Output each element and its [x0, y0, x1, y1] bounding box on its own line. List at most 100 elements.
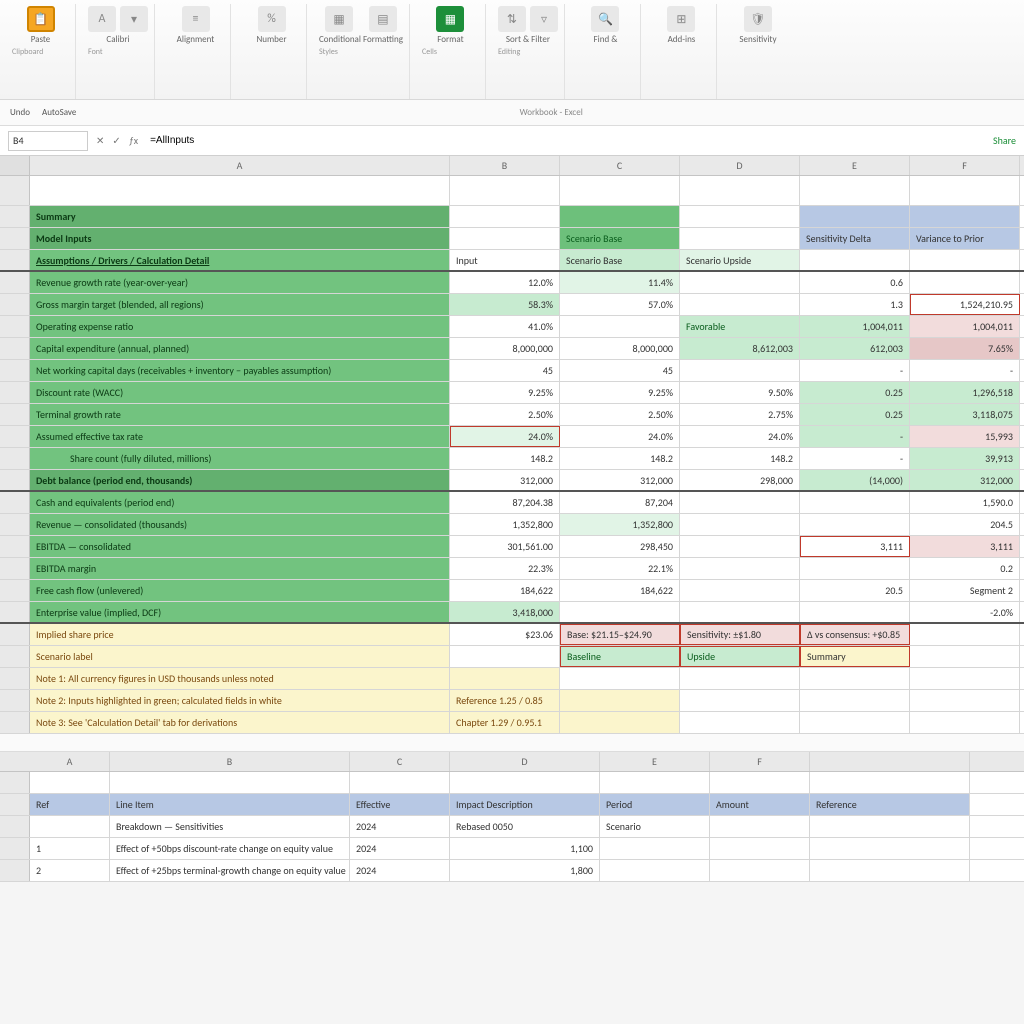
cell[interactable] [910, 668, 1020, 689]
ribbon-group-align[interactable]: ≡ Alignment [161, 4, 231, 99]
cell[interactable] [600, 860, 710, 881]
fx-icon[interactable]: ƒx [129, 134, 138, 147]
cell[interactable]: Upside [680, 646, 800, 667]
cell[interactable]: 312,000 [450, 470, 560, 490]
cell[interactable]: 2024 [350, 838, 450, 859]
cell[interactable]: 612,003 [800, 338, 910, 359]
cell[interactable]: 3,418,000 [450, 602, 560, 622]
format-icon[interactable]: ▦ [436, 6, 464, 32]
cell[interactable] [30, 772, 110, 793]
cell[interactable]: Revenue growth rate (year-over-year) [30, 272, 450, 293]
cell[interactable]: 1.3 [800, 294, 910, 315]
cell[interactable] [680, 712, 800, 733]
secbar-item[interactable]: Undo [10, 107, 30, 118]
cell-header[interactable]: Effective [350, 794, 450, 815]
cell[interactable]: Revenue — consolidated (thousands) [30, 514, 450, 535]
cell[interactable]: 87,204 [560, 492, 680, 513]
cell[interactable] [560, 712, 680, 733]
row-header[interactable] [0, 382, 30, 403]
ribbon-group-number[interactable]: % Number [237, 4, 307, 99]
cell[interactable] [680, 176, 800, 205]
cell[interactable]: Effect of +25bps terminal-growth change … [110, 860, 350, 881]
ribbon-group-find[interactable]: 🔍 Find & [571, 4, 641, 99]
cell[interactable]: 9.25% [560, 382, 680, 403]
ribbon-group-clipboard[interactable]: 📋 Paste Clipboard [6, 4, 76, 99]
cell-header[interactable]: Input [450, 250, 560, 270]
cell[interactable]: 57.0% [560, 294, 680, 315]
cell[interactable]: 1,296,518 [910, 382, 1020, 403]
ribbon-group-sens[interactable]: 🛡 Sensitivity [723, 4, 793, 99]
col-header[interactable]: C [560, 156, 680, 175]
cell[interactable]: 41.0% [450, 316, 560, 337]
cell[interactable] [810, 772, 970, 793]
cell[interactable]: Note 3: See 'Calculation Detail' tab for… [30, 712, 450, 733]
cell-header[interactable] [800, 250, 910, 270]
cell[interactable]: 8,612,003 [680, 338, 800, 359]
select-all-corner[interactable] [0, 752, 30, 771]
row-header[interactable] [0, 360, 30, 381]
cell[interactable]: Sensitivity: ±$1.80 [680, 624, 800, 645]
cell[interactable]: 184,622 [450, 580, 560, 601]
row-header[interactable] [0, 448, 30, 469]
font-icon[interactable]: A [88, 6, 116, 32]
cell[interactable]: EBITDA margin [30, 558, 450, 579]
cell[interactable] [560, 690, 680, 711]
cell[interactable]: Implied share price [30, 624, 450, 645]
cell[interactable]: Assumed effective tax rate [30, 426, 450, 447]
cell[interactable]: Debt balance (period end, thousands) [30, 470, 450, 490]
cell[interactable]: 204.5 [910, 514, 1020, 535]
cell[interactable]: Scenario [600, 816, 710, 837]
cell[interactable] [680, 360, 800, 381]
cell[interactable]: 312,000 [560, 470, 680, 490]
cell[interactable]: Favorable [680, 316, 800, 337]
ribbon-group-editing[interactable]: ⇅▿ Sort & Filter Editing [492, 4, 565, 99]
cell[interactable]: 9.25% [450, 382, 560, 403]
cell[interactable]: - [800, 360, 910, 381]
cell[interactable]: 0.2 [910, 558, 1020, 579]
cell[interactable] [680, 558, 800, 579]
cell[interactable]: Note 1: All currency figures in USD thou… [30, 668, 450, 689]
cell[interactable]: 1,100 [450, 838, 600, 859]
row-header[interactable] [0, 536, 30, 557]
cell[interactable]: 39,913 [910, 448, 1020, 469]
col-header[interactable]: B [450, 156, 560, 175]
row-header[interactable] [0, 294, 30, 315]
cell[interactable]: $23.06 [450, 624, 560, 645]
col-header[interactable]: E [600, 752, 710, 771]
cell[interactable]: 2.50% [560, 404, 680, 425]
cell[interactable]: 22.1% [560, 558, 680, 579]
cell[interactable]: 148.2 [450, 448, 560, 469]
cell[interactable] [800, 690, 910, 711]
row-header[interactable] [0, 514, 30, 535]
cell[interactable] [910, 272, 1020, 293]
row-header[interactable] [0, 492, 30, 513]
number-icon[interactable]: % [258, 6, 286, 32]
cell[interactable]: Sensitivity Delta [800, 228, 910, 249]
cell[interactable] [680, 294, 800, 315]
col-header[interactable]: A [30, 156, 450, 175]
cell[interactable] [810, 860, 970, 881]
row-header[interactable] [0, 176, 30, 205]
cell[interactable]: 58.3% [450, 294, 560, 315]
cell[interactable] [710, 772, 810, 793]
cell[interactable]: 8,000,000 [450, 338, 560, 359]
cell[interactable] [800, 602, 910, 622]
sensitivity-icon[interactable]: 🛡 [744, 6, 772, 32]
row-header[interactable] [0, 250, 30, 270]
cell[interactable]: - [800, 448, 910, 469]
cell[interactable] [800, 206, 910, 227]
cell[interactable] [560, 602, 680, 622]
formula-input[interactable] [146, 131, 985, 151]
row-header[interactable] [0, 794, 30, 815]
cell[interactable] [600, 838, 710, 859]
cell[interactable]: - [800, 426, 910, 447]
cell-title[interactable]: Summary [30, 206, 450, 227]
cell[interactable]: 312,000 [910, 470, 1020, 490]
row-header[interactable] [0, 206, 30, 227]
cell-header[interactable]: Impact Description [450, 794, 600, 815]
cell[interactable] [680, 690, 800, 711]
cell[interactable] [800, 514, 910, 535]
cell[interactable]: (14,000) [800, 470, 910, 490]
ribbon-group-font[interactable]: A▾ Calibri Font [82, 4, 155, 99]
cell[interactable]: Discount rate (WACC) [30, 382, 450, 403]
